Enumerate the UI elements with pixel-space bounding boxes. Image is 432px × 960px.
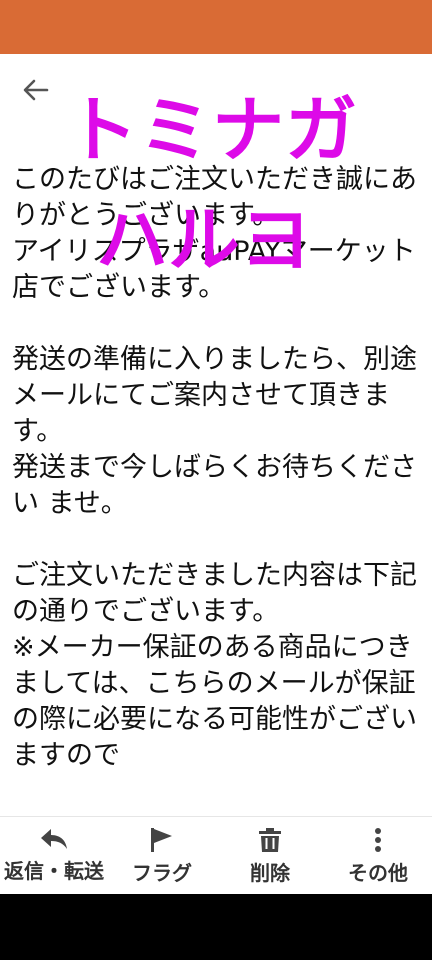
flag-button[interactable]: フラグ [108,817,216,894]
back-button[interactable] [18,74,54,110]
message-paragraph-2: 発送の準備に入りましたら、別途メールにてご案内させて頂きます。 発送まで今しばら… [12,344,417,519]
arrow-left-icon [23,79,49,105]
email-view: このたびはご注文いただき誠にありがとうございます。 アイリスプラザauPAYマー… [0,54,432,894]
more-label: その他 [348,861,408,885]
flag-icon [148,827,176,853]
message-body: このたびはご注文いただき誠にありがとうございます。 アイリスプラザauPAYマー… [12,162,424,816]
delete-label: 削除 [250,861,290,885]
more-vertical-icon [373,827,383,853]
message-paragraph-1: このたびはご注文いただき誠にありがとうございます。 アイリスプラザauPAYマー… [12,164,417,303]
reply-icon [39,827,69,851]
overlay-name-line-1: トミナガ [65,88,358,172]
reply-forward-button[interactable]: 返信・転送 [0,817,108,894]
flag-label: フラグ [132,861,192,885]
delete-button[interactable]: 削除 [216,817,324,894]
trash-icon [257,827,283,853]
status-bar [0,0,432,54]
more-button[interactable]: その他 [324,817,432,894]
reply-forward-label: 返信・転送 [4,859,104,883]
bottom-action-bar: 返信・転送 フラグ 削除 その他 [0,816,432,894]
message-paragraph-3: ご注文いただきました内容は下記の通りでございます。 ※メーカー保証のある商品につ… [12,560,417,771]
navigation-bar-area [0,894,432,960]
